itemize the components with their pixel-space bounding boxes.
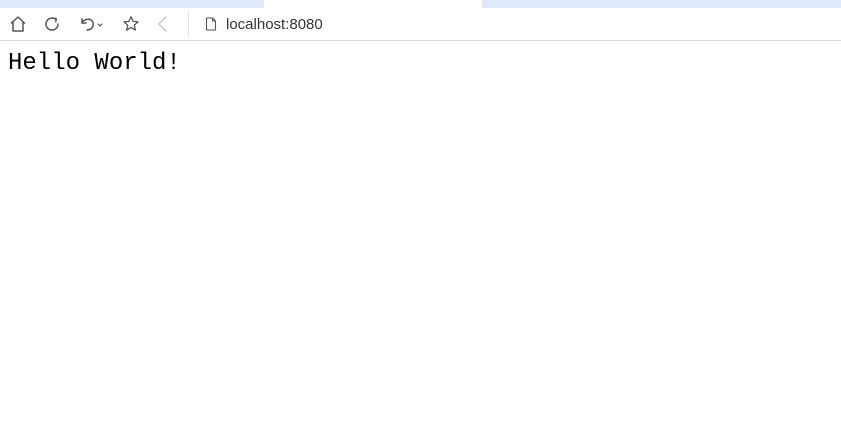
tab-active[interactable] (264, 0, 482, 8)
address-bar[interactable]: localhost:8080 (198, 11, 834, 37)
home-icon (9, 15, 27, 33)
tab-strip (0, 0, 841, 8)
browser-toolbar: localhost:8080 (0, 8, 841, 40)
browser-window: localhost:8080 Hello World! (0, 0, 841, 437)
page-icon (204, 16, 218, 32)
undo-button[interactable] (77, 14, 107, 34)
star-icon (122, 15, 140, 33)
toolbar-divider (188, 12, 189, 36)
reload-icon (43, 15, 61, 33)
favorite-button[interactable] (120, 14, 142, 34)
back-arrow-icon (154, 15, 172, 33)
tab-inactive[interactable] (0, 0, 264, 8)
undo-icon (78, 15, 106, 33)
address-url[interactable]: localhost:8080 (226, 16, 323, 33)
reload-button[interactable] (41, 14, 63, 34)
page-text: Hello World! (8, 50, 181, 77)
home-button[interactable] (7, 14, 29, 34)
page-content: Hello World! (0, 41, 841, 437)
back-button[interactable] (152, 14, 174, 34)
tab-strip-empty (482, 0, 841, 8)
